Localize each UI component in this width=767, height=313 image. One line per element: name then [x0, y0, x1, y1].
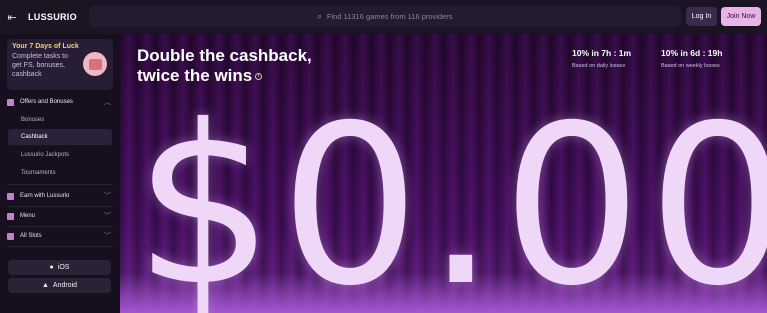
timer-value: 10% in 6d : 19h: [661, 48, 723, 58]
collapse-sidebar-icon[interactable]: ⇤: [0, 0, 24, 34]
gift-icon: [83, 52, 107, 76]
android-icon: ▲: [41, 282, 49, 289]
sidebar-item-earn[interactable]: Earn with Lussurio ﹀: [7, 189, 113, 203]
cashback-amount: $0.00: [134, 78, 767, 313]
chevron-down-icon: ﹀: [104, 233, 111, 240]
weekly-cashback-timer: 10% in 6d : 19h Based on weekly losses: [661, 48, 722, 69]
divider: [7, 206, 113, 207]
sidebar-item-cashback[interactable]: Cashback: [8, 129, 112, 145]
coins-icon: [7, 192, 14, 200]
search-placeholder: Find 11316 games from 116 providers: [326, 12, 453, 21]
android-app-button[interactable]: ▲ Android: [8, 278, 111, 293]
promo-title: Your 7 Days of Luck: [12, 43, 79, 50]
sidebar-item-label: Menu: [20, 213, 36, 219]
ios-label: iOS: [57, 264, 70, 271]
slots-icon: [7, 232, 14, 240]
promo-text: Complete tasks to get FS, bonuses, cashb…: [12, 53, 69, 78]
sidebar: Your 7 Days of Luck Complete tasks to ge…: [0, 34, 120, 313]
daily-cashback-timer: 10% in 7h : 1m Based on daily losses: [572, 48, 631, 69]
chevron-up-icon: ︿: [104, 99, 111, 106]
ios-app-button[interactable]: ● iOS: [8, 260, 111, 275]
android-label: Android: [52, 282, 78, 289]
sidebar-item-label: Earn with Lussurio: [20, 193, 70, 199]
cashback-hero: Double the cashback, twice the wins i 10%…: [120, 34, 767, 313]
site-logo[interactable]: LUSSURIO: [28, 12, 88, 22]
promo-card[interactable]: Your 7 Days of Luck Complete tasks to ge…: [7, 39, 113, 90]
sidebar-item-label: Offers and Bonuses: [20, 99, 73, 105]
sidebar-item-offers[interactable]: Offers and Bonuses ︿: [7, 95, 113, 109]
chevron-down-icon: ﹀: [104, 193, 111, 200]
menu-icon: [7, 212, 14, 220]
search-input[interactable]: ⌕ Find 11316 games from 116 providers: [89, 6, 681, 27]
hero-title-line1: Double the cashback,: [137, 46, 312, 65]
sidebar-item-jackpots[interactable]: Lussurio Jackpots: [8, 147, 112, 163]
divider: [7, 246, 113, 247]
sidebar-item-bonuses[interactable]: Bonuses: [8, 112, 112, 128]
sidebar-item-all-slots[interactable]: All Slots ﹀: [7, 229, 113, 243]
login-button[interactable]: Log In: [686, 7, 717, 26]
apple-icon: ●: [49, 264, 54, 271]
search-icon: ⌕: [317, 11, 322, 21]
timer-caption: Based on weekly losses: [661, 63, 720, 69]
join-button[interactable]: Join Now: [721, 7, 761, 26]
top-bar: ⇤ LUSSURIO ⌕ Find 11316 games from 116 p…: [0, 0, 767, 34]
divider: [7, 226, 113, 227]
gift-icon: [7, 98, 14, 106]
sidebar-item-label: All Slots: [20, 233, 42, 239]
timer-caption: Based on daily losses: [572, 63, 626, 69]
chevron-down-icon: ﹀: [104, 213, 111, 220]
timer-value: 10% in 7h : 1m: [572, 48, 632, 58]
divider: [7, 184, 113, 185]
sidebar-item-menu[interactable]: Menu ﹀: [7, 209, 113, 223]
sidebar-item-tournaments[interactable]: Tournaments: [8, 165, 112, 181]
